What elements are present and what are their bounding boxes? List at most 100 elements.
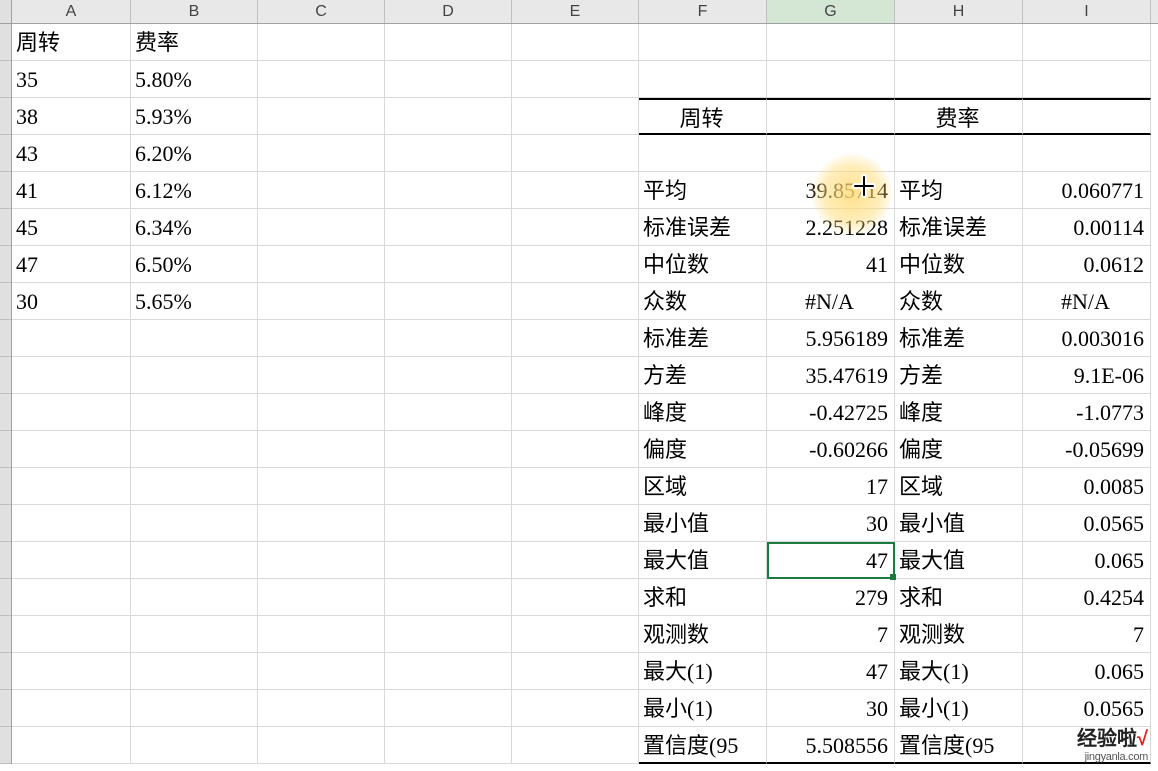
- cell-F1[interactable]: [639, 24, 767, 61]
- cell[interactable]: [385, 209, 512, 246]
- cell[interactable]: [258, 468, 385, 505]
- row-header[interactable]: [0, 98, 11, 135]
- cell[interactable]: [131, 431, 258, 468]
- cell[interactable]: [12, 690, 131, 727]
- col-header-B[interactable]: B: [131, 0, 258, 23]
- cell-G15[interactable]: 47: [767, 542, 895, 579]
- cell-A5[interactable]: 41: [12, 172, 131, 209]
- cell[interactable]: [131, 579, 258, 616]
- cell[interactable]: [258, 542, 385, 579]
- cell-F6[interactable]: 标准误差: [639, 209, 767, 246]
- cell[interactable]: [385, 246, 512, 283]
- cell-F8[interactable]: 众数: [639, 283, 767, 320]
- row-header[interactable]: [0, 431, 11, 468]
- cell[interactable]: [258, 579, 385, 616]
- cell[interactable]: [12, 468, 131, 505]
- row-header[interactable]: [0, 172, 11, 209]
- cell-G13[interactable]: 17: [767, 468, 895, 505]
- cell-H11[interactable]: 峰度: [895, 394, 1023, 431]
- cell[interactable]: [385, 653, 512, 690]
- cell-B1[interactable]: 费率: [131, 24, 258, 61]
- cell-F20[interactable]: 置信度(95: [639, 727, 767, 764]
- cell-A8[interactable]: 30: [12, 283, 131, 320]
- cell[interactable]: [258, 172, 385, 209]
- cell-H18[interactable]: 最大(1): [895, 653, 1023, 690]
- cell-H20[interactable]: 置信度(95: [895, 727, 1023, 764]
- col-header-I[interactable]: I: [1023, 0, 1151, 23]
- cell-G20[interactable]: 5.508556: [767, 727, 895, 764]
- cell-B7[interactable]: 6.50%: [131, 246, 258, 283]
- cell[interactable]: [385, 616, 512, 653]
- cell-F9[interactable]: 标准差: [639, 320, 767, 357]
- cell[interactable]: [512, 579, 639, 616]
- row-header[interactable]: [0, 616, 11, 653]
- cell-F16[interactable]: 求和: [639, 579, 767, 616]
- cell[interactable]: [385, 283, 512, 320]
- cell[interactable]: [131, 653, 258, 690]
- cell-F5[interactable]: 平均: [639, 172, 767, 209]
- cell-G4[interactable]: [767, 135, 895, 172]
- cell[interactable]: [131, 542, 258, 579]
- row-header[interactable]: [0, 246, 11, 283]
- cell-G2[interactable]: [767, 61, 895, 98]
- col-header-C[interactable]: C: [258, 0, 385, 23]
- cell-I1[interactable]: [1023, 24, 1151, 61]
- cell[interactable]: [385, 468, 512, 505]
- cell[interactable]: [385, 727, 512, 764]
- cell-E4[interactable]: [512, 135, 639, 172]
- cell[interactable]: [131, 505, 258, 542]
- cell-F4[interactable]: [639, 135, 767, 172]
- row-header[interactable]: [0, 468, 11, 505]
- row-header[interactable]: [0, 61, 11, 98]
- cell-I9[interactable]: 0.003016: [1023, 320, 1151, 357]
- cell[interactable]: [385, 172, 512, 209]
- cell[interactable]: [12, 579, 131, 616]
- cell-G17[interactable]: 7: [767, 616, 895, 653]
- cell-F15[interactable]: 最大值: [639, 542, 767, 579]
- cell[interactable]: [258, 283, 385, 320]
- cell-F10[interactable]: 方差: [639, 357, 767, 394]
- cell-H4[interactable]: [895, 135, 1023, 172]
- cell-I6[interactable]: 0.00114: [1023, 209, 1151, 246]
- cell[interactable]: [258, 246, 385, 283]
- cell-I16[interactable]: 0.4254: [1023, 579, 1151, 616]
- cell-C3[interactable]: [258, 98, 385, 135]
- cell-I5[interactable]: 0.060771: [1023, 172, 1151, 209]
- cell-I12[interactable]: -0.05699: [1023, 431, 1151, 468]
- cell[interactable]: [258, 431, 385, 468]
- cell-G19[interactable]: 30: [767, 690, 895, 727]
- cell[interactable]: [258, 209, 385, 246]
- cell-F18[interactable]: 最大(1): [639, 653, 767, 690]
- cell-B6[interactable]: 6.34%: [131, 209, 258, 246]
- cell-B5[interactable]: 6.12%: [131, 172, 258, 209]
- col-header-F[interactable]: F: [639, 0, 767, 23]
- cell[interactable]: [512, 246, 639, 283]
- cell[interactable]: [258, 357, 385, 394]
- cell-I18[interactable]: 0.065: [1023, 653, 1151, 690]
- cell-I15[interactable]: 0.065: [1023, 542, 1151, 579]
- col-header-G[interactable]: G: [767, 0, 895, 23]
- spreadsheet[interactable]: A B C D E F G H I: [0, 0, 1158, 771]
- cell-B2[interactable]: 5.80%: [131, 61, 258, 98]
- cell-H9[interactable]: 标准差: [895, 320, 1023, 357]
- cell-D4[interactable]: [385, 135, 512, 172]
- cell-H3-stats-header[interactable]: 费率: [895, 98, 1023, 135]
- cell-I7[interactable]: 0.0612: [1023, 246, 1151, 283]
- cell[interactable]: [385, 320, 512, 357]
- cell[interactable]: [512, 283, 639, 320]
- cell-H17[interactable]: 观测数: [895, 616, 1023, 653]
- cell-B8[interactable]: 5.65%: [131, 283, 258, 320]
- cell[interactable]: [512, 616, 639, 653]
- row-header[interactable]: [0, 283, 11, 320]
- cell-D1[interactable]: [385, 24, 512, 61]
- cell-H16[interactable]: 求和: [895, 579, 1023, 616]
- cell[interactable]: [12, 431, 131, 468]
- cell[interactable]: [512, 320, 639, 357]
- cell-G7[interactable]: 41: [767, 246, 895, 283]
- cell-I8[interactable]: #N/A: [1023, 283, 1151, 320]
- cell-H5[interactable]: 平均: [895, 172, 1023, 209]
- row-header[interactable]: [0, 357, 11, 394]
- cell[interactable]: [385, 394, 512, 431]
- cell-G16[interactable]: 279: [767, 579, 895, 616]
- row-header[interactable]: [0, 579, 11, 616]
